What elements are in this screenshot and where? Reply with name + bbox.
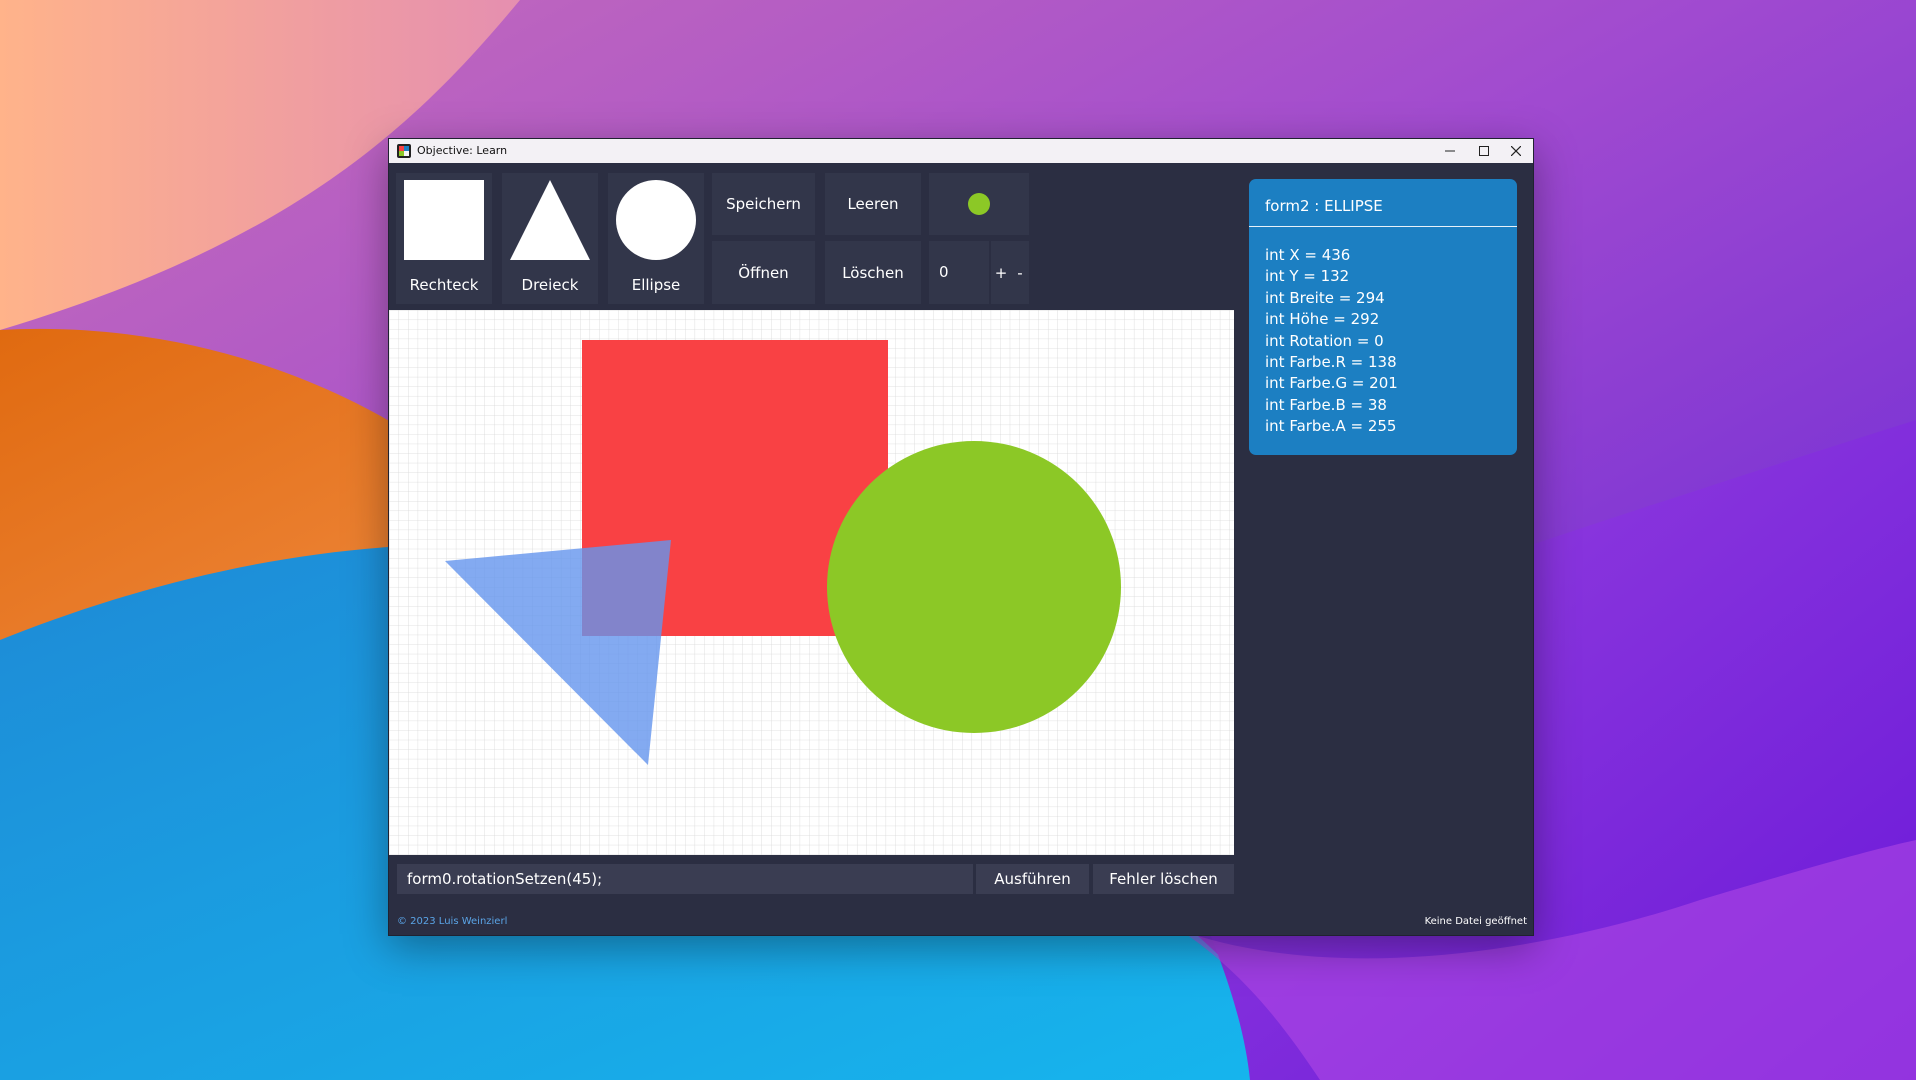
- canvas-shape-ellipse[interactable]: [827, 441, 1121, 733]
- clear-errors-label: Fehler löschen: [1109, 870, 1218, 888]
- close-icon: [1511, 146, 1521, 156]
- color-dot-icon: [968, 193, 990, 215]
- maximize-button[interactable]: [1467, 139, 1501, 163]
- app-logo-icon: [397, 144, 411, 158]
- command-input[interactable]: [397, 864, 973, 894]
- drawing-canvas[interactable]: [389, 310, 1234, 855]
- run-label: Ausführen: [994, 870, 1071, 888]
- clear-label: Leeren: [847, 195, 899, 213]
- triangle-label: Dreieck: [521, 276, 579, 294]
- property-color-b: int Farbe.B = 38: [1265, 395, 1387, 414]
- copyright-text: © 2023 Luis Weinzierl: [397, 916, 508, 927]
- minus-label: -: [1017, 263, 1023, 282]
- property-color-r: int Farbe.R = 138: [1265, 353, 1397, 372]
- properties-list: int X = 436 int Y = 132 int Breite = 294…: [1265, 245, 1398, 438]
- properties-divider: [1249, 226, 1517, 227]
- save-button[interactable]: Speichern: [712, 173, 815, 235]
- title-bar[interactable]: Objective: Learn: [389, 139, 1533, 163]
- save-label: Speichern: [726, 195, 801, 213]
- properties-title: form2 : ELLIPSE: [1265, 197, 1383, 215]
- window-title: Objective: Learn: [417, 144, 508, 157]
- triangle-button[interactable]: Dreieck: [502, 173, 598, 304]
- close-button[interactable]: [1499, 139, 1533, 163]
- property-height: int Höhe = 292: [1265, 310, 1380, 329]
- property-y: int Y = 132: [1265, 267, 1350, 286]
- minimize-button[interactable]: [1433, 139, 1467, 163]
- index-field[interactable]: 0: [929, 241, 989, 304]
- delete-button[interactable]: Löschen: [825, 241, 921, 304]
- run-button[interactable]: Ausführen: [976, 864, 1089, 894]
- ellipse-button[interactable]: Ellipse: [608, 173, 704, 304]
- maximize-icon: [1479, 146, 1489, 156]
- file-status-text: Keine Datei geöffnet: [1424, 916, 1527, 927]
- plus-label: +: [994, 263, 1008, 282]
- minimize-icon: [1445, 150, 1455, 152]
- property-width: int Breite = 294: [1265, 288, 1385, 307]
- open-label: Öffnen: [738, 263, 789, 282]
- clear-errors-button[interactable]: Fehler löschen: [1093, 864, 1234, 894]
- rectangle-label: Rechteck: [409, 276, 479, 294]
- property-color-g: int Farbe.G = 201: [1265, 374, 1398, 393]
- triangle-icon: [510, 180, 590, 260]
- properties-panel: form2 : ELLIPSE int X = 436 int Y = 132 …: [1249, 179, 1517, 455]
- ellipse-label: Ellipse: [631, 276, 681, 294]
- index-value: 0: [939, 263, 949, 281]
- open-button[interactable]: Öffnen: [712, 241, 815, 304]
- square-icon: [404, 180, 484, 260]
- property-x: int X = 436: [1265, 246, 1351, 264]
- property-color-a: int Farbe.A = 255: [1265, 417, 1397, 436]
- canvas-svg: [389, 310, 1234, 855]
- increment-button[interactable]: +: [991, 241, 1011, 304]
- color-picker-button[interactable]: [929, 173, 1029, 235]
- property-rotation: int Rotation = 0: [1265, 331, 1384, 350]
- clear-button[interactable]: Leeren: [825, 173, 921, 235]
- decrement-button[interactable]: -: [1011, 241, 1029, 304]
- app-window: Objective: Learn Rechteck Dreieck Ellips…: [388, 138, 1534, 936]
- circle-icon: [616, 180, 696, 260]
- delete-label: Löschen: [842, 263, 904, 282]
- rectangle-button[interactable]: Rechteck: [396, 173, 492, 304]
